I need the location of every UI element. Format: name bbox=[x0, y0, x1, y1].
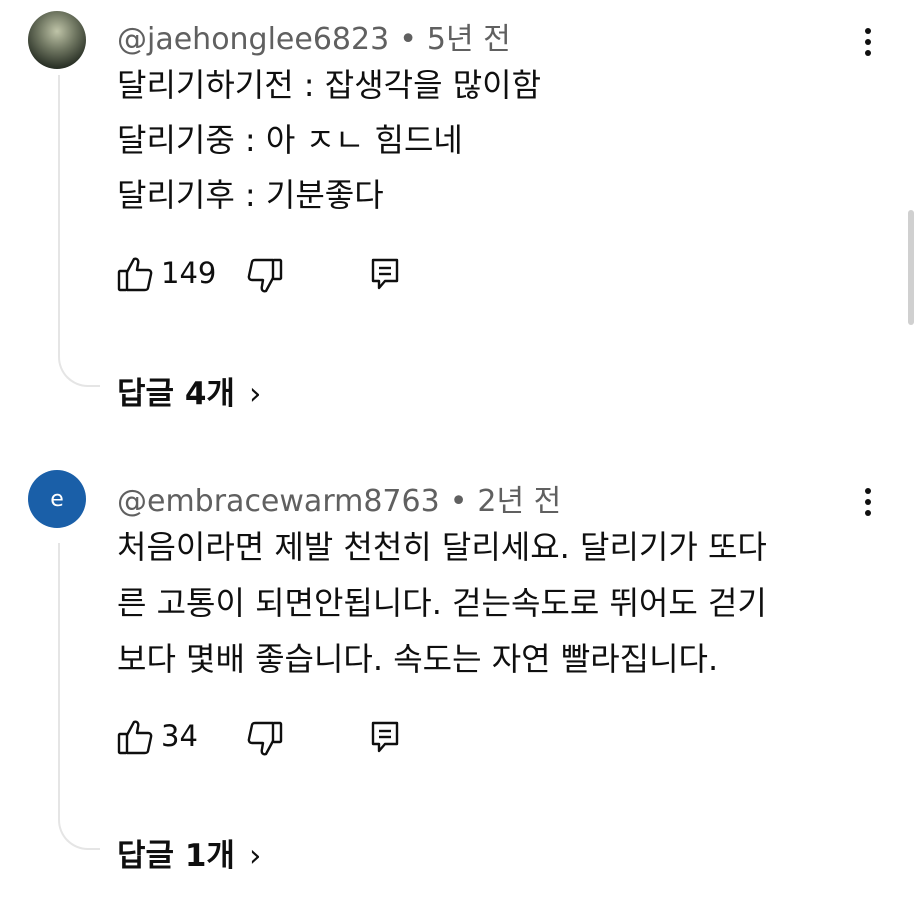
dislike-icon[interactable] bbox=[247, 257, 283, 295]
reply-thread-line bbox=[58, 543, 100, 850]
view-replies-button[interactable]: 답글 1개 › bbox=[117, 830, 261, 875]
timestamp[interactable]: 5년 전 bbox=[427, 22, 511, 57]
separator-dot: • bbox=[399, 22, 417, 57]
separator-dot: • bbox=[449, 484, 468, 519]
comment-text-line: 달리기중 : 아 ㅈㄴ 힘드네 bbox=[117, 121, 463, 159]
replies-count-label: 답글 4개 bbox=[117, 376, 235, 412]
avatar-letter: e bbox=[50, 486, 64, 512]
scrollbar[interactable] bbox=[908, 210, 914, 325]
like-icon[interactable] bbox=[117, 718, 153, 756]
avatar[interactable]: e bbox=[28, 470, 86, 528]
comment-text-line: 보다 몇배 좋습니다. 속도는 자연 빨라집니다. bbox=[117, 640, 719, 678]
reply-thread-line bbox=[58, 75, 100, 387]
comment-text-line: 처음이라면 제발 천천히 달리세요. 달리기가 또다 bbox=[117, 528, 767, 566]
reply-icon[interactable] bbox=[370, 720, 400, 754]
like-icon[interactable] bbox=[117, 255, 153, 293]
comment-meta: @embracewarm8763 • 2년 전 bbox=[117, 476, 561, 520]
avatar[interactable] bbox=[28, 11, 86, 69]
like-count: 34 bbox=[161, 719, 198, 753]
more-options-icon[interactable] bbox=[858, 28, 878, 64]
chevron-right-icon: › bbox=[248, 376, 262, 412]
reply-icon[interactable] bbox=[370, 257, 400, 291]
replies-count-label: 답글 1개 bbox=[117, 838, 235, 874]
comment-text-line: 른 고통이 되면안됩니다. 걷는속도로 뛰어도 걷기 bbox=[117, 584, 767, 622]
comment-meta: @jaehonglee6823 • 5년 전 bbox=[117, 14, 511, 58]
author-name[interactable]: @jaehonglee6823 bbox=[117, 22, 389, 57]
dislike-icon[interactable] bbox=[247, 720, 283, 758]
comment-text-line: 달리기하기전 : 잡생각을 많이함 bbox=[117, 66, 542, 104]
author-name[interactable]: @embracewarm8763 bbox=[117, 484, 440, 519]
comment-text-line: 달리기후 : 기분좋다 bbox=[117, 176, 384, 214]
like-count: 149 bbox=[161, 256, 217, 290]
view-replies-button[interactable]: 답글 4개 › bbox=[117, 368, 261, 413]
timestamp[interactable]: 2년 전 bbox=[477, 484, 561, 519]
chevron-right-icon: › bbox=[248, 838, 262, 874]
more-options-icon[interactable] bbox=[858, 488, 878, 524]
